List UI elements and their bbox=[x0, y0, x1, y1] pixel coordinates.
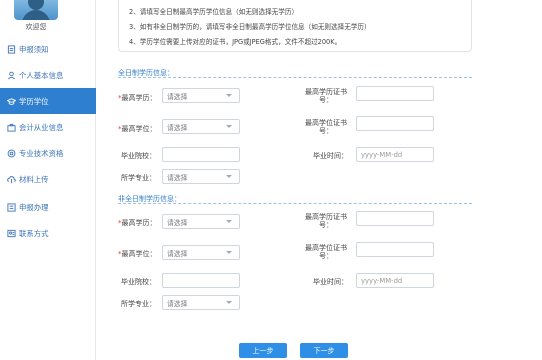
welcome-text: 欢迎您 bbox=[25, 23, 47, 31]
major-label: 所学专业： bbox=[121, 300, 156, 308]
sidebar-item-contact[interactable]: 联系方式 bbox=[0, 220, 96, 246]
school-label: 毕业院校： bbox=[121, 152, 156, 160]
contact-icon bbox=[6, 228, 16, 238]
sidebar-item-apply[interactable]: 申报办理 bbox=[0, 194, 96, 220]
education-label: *最高学历： bbox=[118, 219, 157, 227]
grad-time-input[interactable]: yyyy-MM-dd bbox=[356, 147, 434, 162]
deg-cert-label: 最高学位证书号： bbox=[305, 244, 347, 260]
chevron-down-icon bbox=[226, 251, 232, 254]
degree-label: *最高学位： bbox=[118, 250, 157, 258]
section-divider bbox=[118, 77, 472, 78]
grad-time-label: 毕业时间： bbox=[313, 278, 348, 286]
major-select[interactable]: 请选择 bbox=[162, 295, 240, 310]
chevron-down-icon bbox=[226, 94, 232, 97]
form-icon bbox=[6, 202, 16, 212]
chevron-down-icon bbox=[226, 125, 232, 128]
avatar bbox=[14, 0, 58, 20]
education-label: *最高学历： bbox=[118, 94, 157, 102]
sidebar-item-label: 材料上传 bbox=[19, 174, 49, 184]
prev-button[interactable]: 上一步 bbox=[239, 343, 287, 358]
sidebar-item-label: 申报办理 bbox=[19, 202, 49, 212]
edu-cert-label: 最高学历证书号： bbox=[305, 88, 347, 104]
next-button[interactable]: 下一步 bbox=[300, 343, 348, 358]
school-label: 毕业院校： bbox=[121, 278, 156, 286]
major-select[interactable]: 请选择 bbox=[162, 169, 240, 184]
sidebar-item-label: 申报须知 bbox=[19, 44, 49, 54]
education-select[interactable]: 请选择 bbox=[162, 214, 240, 229]
deg-cert-input[interactable] bbox=[356, 242, 434, 257]
notice-line: 2、请填写全日制最高学历学位信息（如无则选择无学历） bbox=[129, 8, 299, 16]
briefcase-icon bbox=[6, 122, 16, 132]
badge-icon bbox=[6, 148, 16, 158]
school-input[interactable] bbox=[162, 147, 240, 162]
sidebar-item-label: 会计从业信息 bbox=[19, 122, 64, 132]
upload-icon bbox=[6, 174, 16, 184]
chevron-down-icon bbox=[226, 220, 232, 223]
deg-cert-label: 最高学位证书号： bbox=[305, 119, 347, 135]
major-label: 所学专业： bbox=[121, 174, 156, 182]
sidebar-item-label: 学历学位 bbox=[19, 96, 49, 106]
sidebar-item-label: 专业技术资格 bbox=[19, 148, 64, 158]
sidebar-item-qualification[interactable]: 专业技术资格 bbox=[0, 140, 96, 166]
graduation-cap-icon bbox=[6, 96, 16, 106]
sidebar-item-notice[interactable]: 申报须知 bbox=[0, 36, 96, 62]
notice-line: 4、学历学位需要上传对应的证书，JPG或JPEG格式，文件不超过200K。 bbox=[129, 38, 342, 46]
chevron-down-icon bbox=[226, 301, 232, 304]
degree-select[interactable]: 请选择 bbox=[162, 245, 240, 260]
school-input[interactable] bbox=[162, 273, 240, 288]
grad-time-label: 毕业时间： bbox=[313, 152, 348, 160]
sidebar-item-upload[interactable]: 材料上传 bbox=[0, 166, 96, 192]
notice-line: 3、如有非全日制学历的，请填写非全日制最高学历学位信息（如无则选择无学历） bbox=[129, 23, 371, 31]
sidebar-item-education[interactable]: 学历学位 bbox=[0, 88, 96, 114]
chevron-down-icon bbox=[226, 175, 232, 178]
edu-cert-input[interactable] bbox=[356, 86, 434, 101]
grad-time-input[interactable]: yyyy-MM-dd bbox=[356, 273, 434, 288]
edu-cert-input[interactable] bbox=[356, 211, 434, 226]
section-divider bbox=[118, 203, 472, 204]
document-icon bbox=[6, 44, 16, 54]
degree-select[interactable]: 请选择 bbox=[162, 119, 240, 134]
sidebar-item-accounting[interactable]: 会计从业信息 bbox=[0, 114, 96, 140]
sidebar: 欢迎您 申报须知 个人基本信息 学历学位 会计从业信息 专业技术资格 材料上传 … bbox=[0, 0, 96, 360]
notice-box: 2、请填写全日制最高学历学位信息（如无则选择无学历） 3、如有非全日制学历的，请… bbox=[118, 0, 472, 52]
education-select[interactable]: 请选择 bbox=[162, 88, 240, 103]
sidebar-item-label: 个人基本信息 bbox=[19, 70, 64, 80]
deg-cert-input[interactable] bbox=[356, 116, 434, 131]
edu-cert-label: 最高学历证书号： bbox=[305, 213, 347, 229]
sidebar-item-basic-info[interactable]: 个人基本信息 bbox=[0, 62, 96, 88]
degree-label: *最高学位： bbox=[118, 125, 157, 133]
user-icon bbox=[6, 70, 16, 80]
sidebar-item-label: 联系方式 bbox=[19, 228, 49, 238]
